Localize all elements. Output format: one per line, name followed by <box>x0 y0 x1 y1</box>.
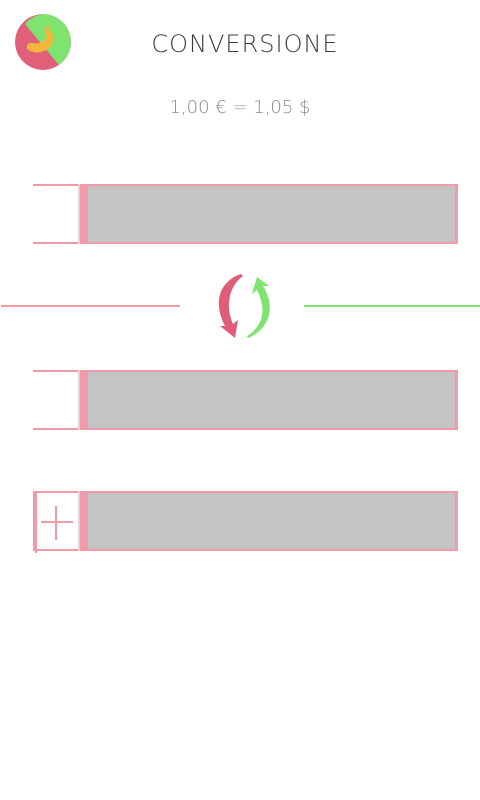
page-title: CONVERSIONE <box>151 30 339 58</box>
row-right-edge <box>455 184 458 244</box>
currency-to-flag-slot[interactable] <box>33 370 79 430</box>
currency-from-flag-slot[interactable] <box>33 184 79 244</box>
currency-from-field[interactable] <box>88 184 458 244</box>
add-currency-field[interactable] <box>88 491 458 551</box>
row-right-edge <box>455 491 458 551</box>
row-divider <box>78 491 88 551</box>
row-divider <box>78 184 88 244</box>
add-currency-row <box>33 491 458 553</box>
plus-icon <box>41 521 73 523</box>
currency-from-row <box>33 184 458 244</box>
currency-to-row <box>33 370 458 430</box>
add-currency-button[interactable] <box>33 491 79 553</box>
row-divider <box>78 370 88 430</box>
currency-to-field[interactable] <box>88 370 458 430</box>
separator-right <box>304 305 480 307</box>
plus-icon <box>55 506 57 540</box>
row-right-edge <box>455 370 458 430</box>
exchange-rate-text: 1,00 € = 1,05 $ <box>169 97 311 118</box>
separator-left <box>1 305 180 307</box>
swap-arrows-icon[interactable] <box>205 270 280 345</box>
